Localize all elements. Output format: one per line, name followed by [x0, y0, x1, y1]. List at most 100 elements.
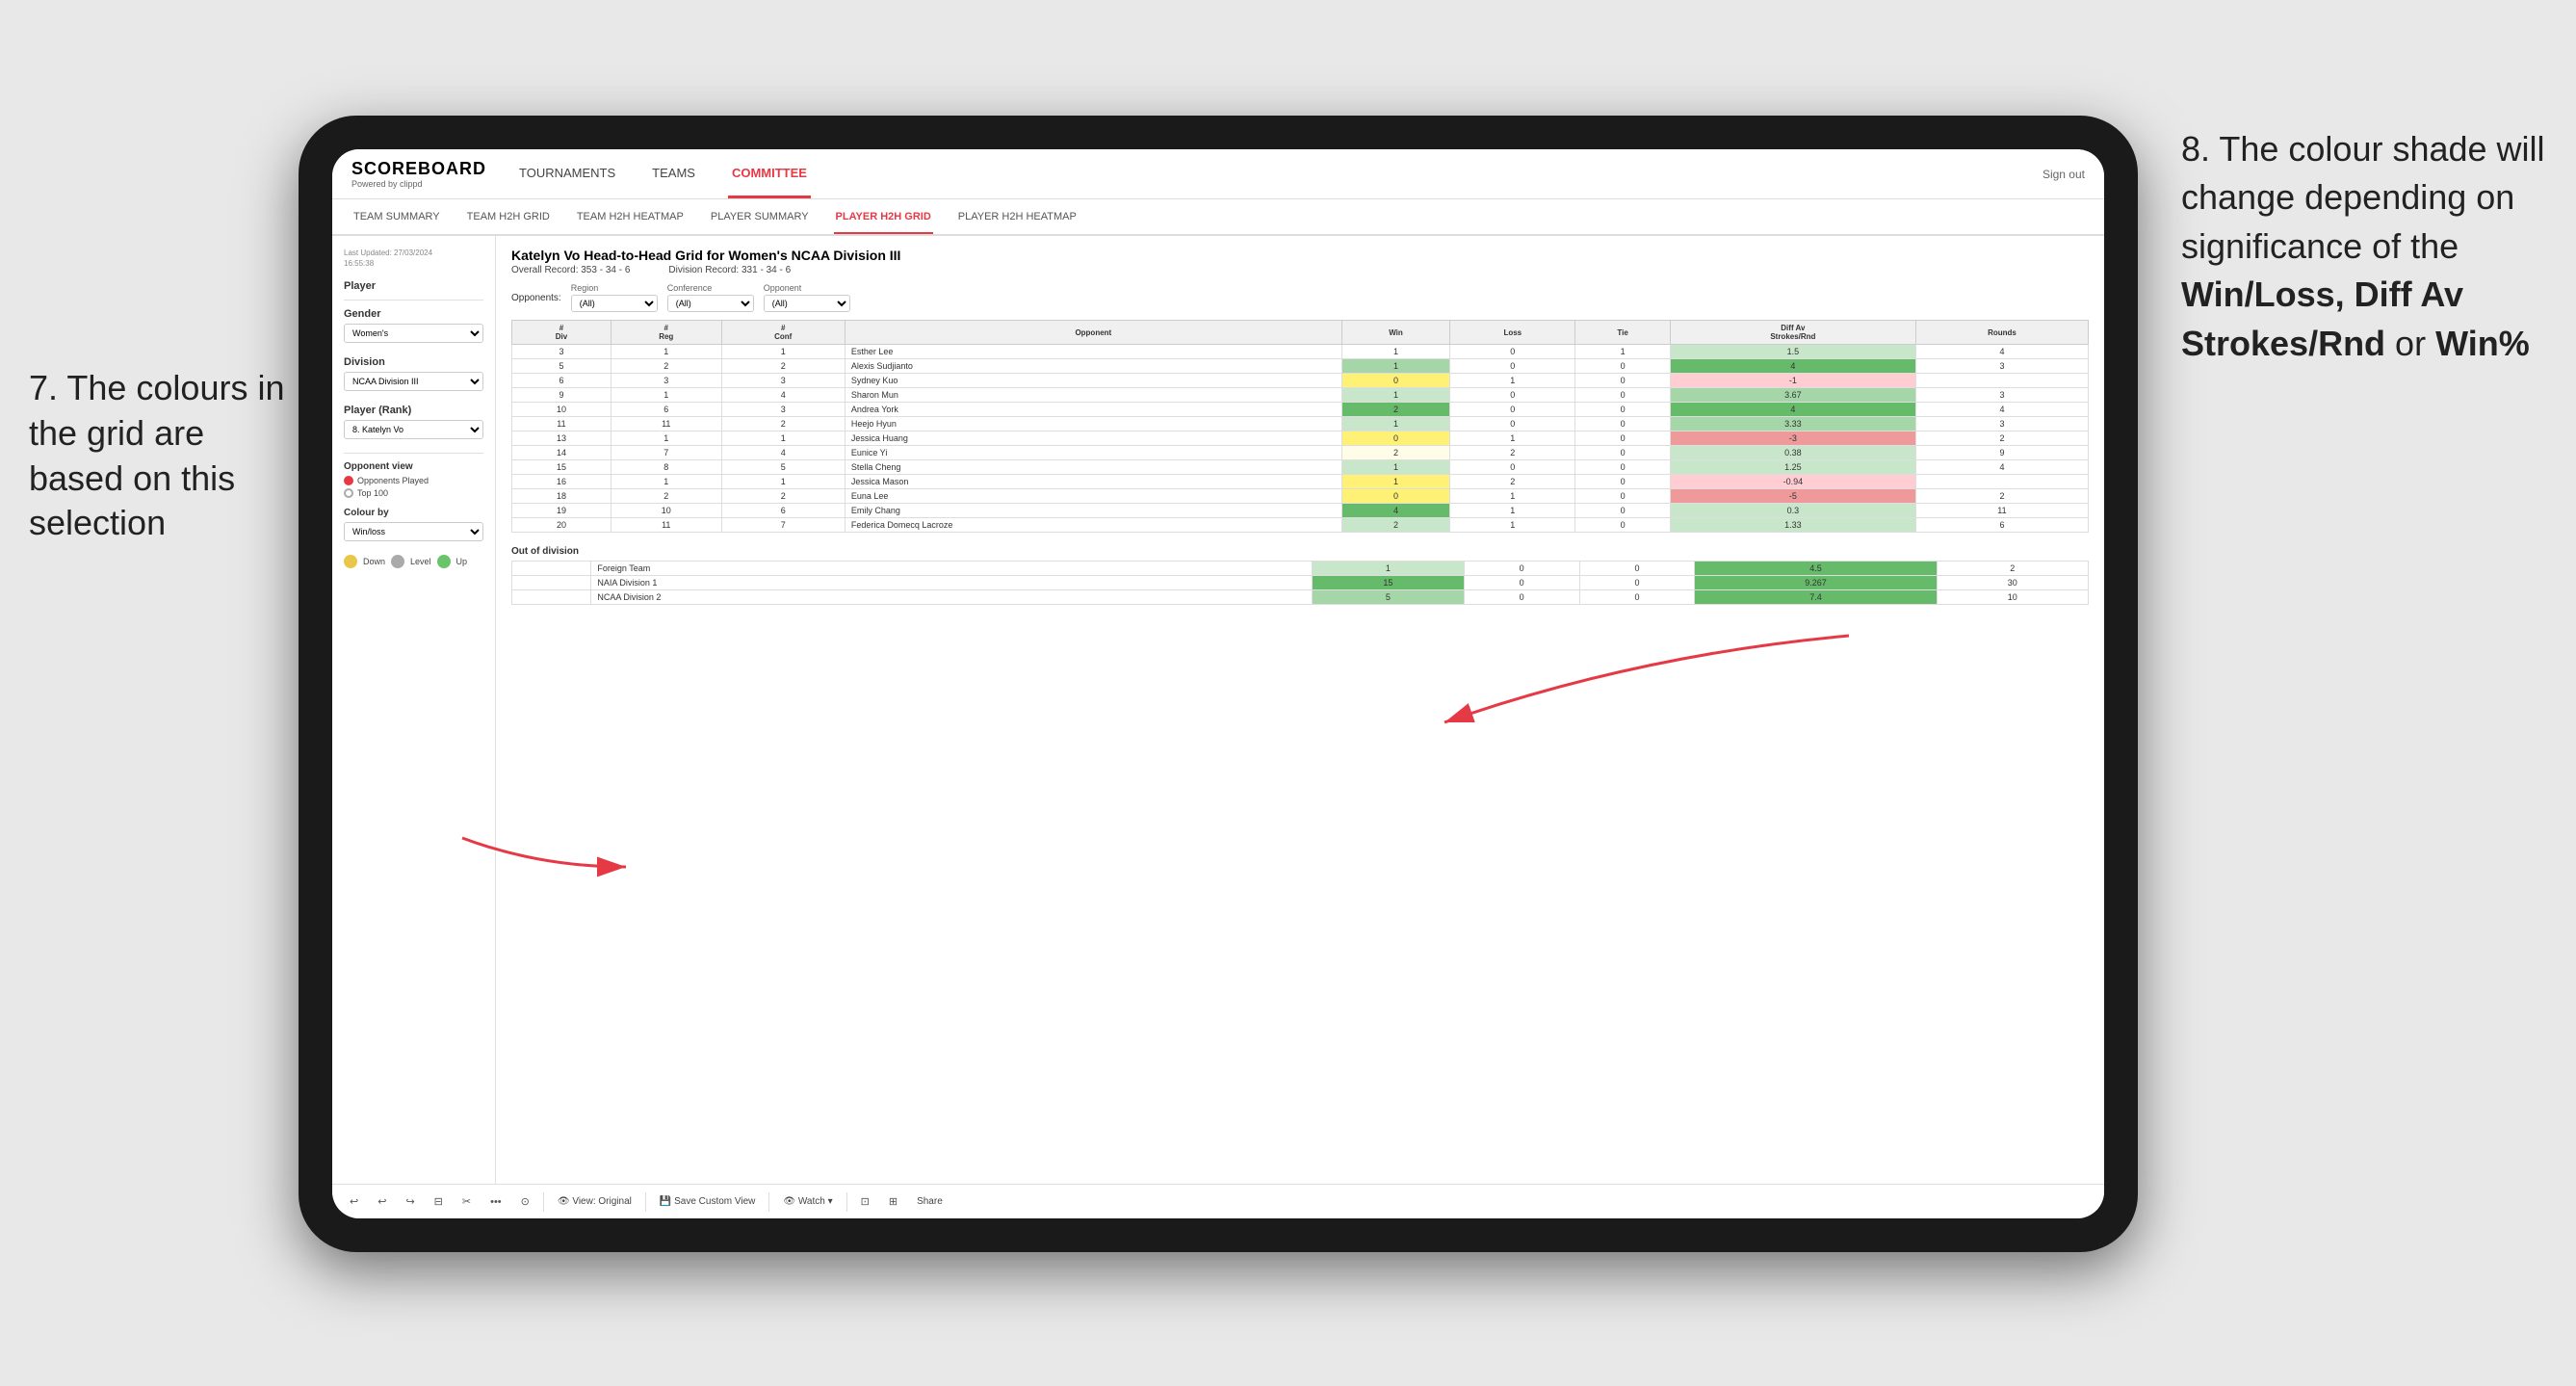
- cell-win: 1: [1341, 388, 1449, 403]
- cell-ood-tie: 0: [1579, 590, 1695, 605]
- cell-reg: 1: [611, 345, 721, 359]
- cell-tie: 0: [1575, 403, 1670, 417]
- grid-subtitle: Overall Record: 353 - 34 - 6 Division Re…: [511, 265, 2089, 275]
- cell-reg: 8: [611, 460, 721, 475]
- filter-region-select[interactable]: (All): [571, 295, 658, 312]
- toolbar-circle[interactable]: ⊙: [515, 1192, 535, 1211]
- cell-ood-opponent: Foreign Team: [591, 562, 1313, 576]
- sidebar-gender-label: Gender: [344, 308, 483, 320]
- toolbar-save-custom[interactable]: 💾 Save Custom View: [654, 1193, 762, 1210]
- division-select[interactable]: NCAA Division III: [344, 372, 483, 391]
- radio-dot-selected: [344, 476, 353, 485]
- nav-teams[interactable]: TEAMS: [648, 150, 699, 198]
- cell-ood-tie: 0: [1579, 562, 1695, 576]
- filter-opponent-group: Opponent (All): [764, 283, 850, 312]
- cell-conf: 1: [721, 345, 845, 359]
- table-row: 9 1 4 Sharon Mun 1 0 0 3.67 3: [512, 388, 2089, 403]
- toolbar-undo[interactable]: ↩: [344, 1192, 364, 1211]
- cell-ood-rounds: 10: [1937, 590, 2088, 605]
- cell-div: 10: [512, 403, 611, 417]
- nav-committee[interactable]: COMMITTEE: [728, 150, 811, 198]
- toolbar-undo2[interactable]: ↩: [372, 1192, 392, 1211]
- cell-win: 1: [1341, 460, 1449, 475]
- cell-opponent: Eunice Yi: [845, 446, 1341, 460]
- annotation-right-or: or: [2385, 324, 2435, 363]
- cell-rounds: 4: [1915, 460, 2088, 475]
- legend-label-down: Down: [363, 557, 385, 566]
- cell-div: 9: [512, 388, 611, 403]
- cell-tie: 0: [1575, 518, 1670, 533]
- nav-tournaments[interactable]: TOURNAMENTS: [515, 150, 619, 198]
- cell-reg: 1: [611, 475, 721, 489]
- cell-rounds: 2: [1915, 489, 2088, 504]
- gender-select[interactable]: Women's: [344, 324, 483, 343]
- filter-opponent-select[interactable]: (All): [764, 295, 850, 312]
- cell-conf: 2: [721, 359, 845, 374]
- division-record-value: 331 - 34 - 6: [742, 265, 791, 275]
- toolbar-grid2[interactable]: ⊞: [883, 1192, 903, 1211]
- toolbar-grid1[interactable]: ⊡: [855, 1192, 875, 1211]
- cell-loss: 0: [1450, 417, 1575, 431]
- cell-conf: 7: [721, 518, 845, 533]
- nav-player-h2h-heatmap[interactable]: PLAYER H2H HEATMAP: [956, 201, 1079, 234]
- cell-div: 20: [512, 518, 611, 533]
- filter-region-label: Region: [571, 283, 599, 293]
- filter-conference-select[interactable]: (All): [667, 295, 754, 312]
- cell-loss: 2: [1450, 446, 1575, 460]
- nav-player-h2h-grid[interactable]: PLAYER H2H GRID: [834, 201, 933, 234]
- nav-player-summary[interactable]: PLAYER SUMMARY: [709, 201, 811, 234]
- division-record-label: Division Record:: [668, 265, 739, 275]
- cell-conf: 6: [721, 504, 845, 518]
- table-row: 3 1 1 Esther Lee 1 0 1 1.5 4: [512, 345, 2089, 359]
- toolbar-view-original[interactable]: 👁 View: Original: [552, 1193, 637, 1210]
- th-reg: #Reg: [611, 321, 721, 345]
- toolbar-cut[interactable]: ✂: [456, 1192, 477, 1211]
- toolbar-watch[interactable]: 👁 Watch ▾: [777, 1193, 838, 1210]
- nav-team-h2h-grid[interactable]: TEAM H2H GRID: [465, 201, 552, 234]
- radio-top100[interactable]: Top 100: [344, 488, 483, 498]
- th-rounds: Rounds: [1915, 321, 2088, 345]
- cell-div: 3: [512, 345, 611, 359]
- player-rank-select[interactable]: 8. Katelyn Vo: [344, 420, 483, 439]
- last-updated: Last Updated: 27/03/2024 16:55:38: [344, 248, 483, 269]
- cell-win: 0: [1341, 374, 1449, 388]
- top-nav: SCOREBOARD Powered by clippd TOURNAMENTS…: [332, 149, 2104, 199]
- cell-opponent: Andrea York: [845, 403, 1341, 417]
- toolbar-fit[interactable]: ⊟: [429, 1192, 449, 1211]
- tablet-screen: SCOREBOARD Powered by clippd TOURNAMENTS…: [332, 149, 2104, 1218]
- cell-rounds: [1915, 374, 2088, 388]
- toolbar-dot[interactable]: •••: [484, 1193, 507, 1211]
- nav-team-summary[interactable]: TEAM SUMMARY: [351, 201, 442, 234]
- cell-loss: 2: [1450, 475, 1575, 489]
- nav-sign-out[interactable]: Sign out: [2043, 168, 2085, 181]
- cell-ood-rounds: 30: [1937, 576, 2088, 590]
- cell-opponent: Heejo Hyun: [845, 417, 1341, 431]
- cell-diff: -3: [1670, 431, 1915, 446]
- cell-rounds: 6: [1915, 518, 2088, 533]
- nav-team-h2h-heatmap[interactable]: TEAM H2H HEATMAP: [575, 201, 686, 234]
- cell-win: 1: [1341, 345, 1449, 359]
- toolbar-share[interactable]: Share: [911, 1193, 949, 1210]
- toolbar-redo[interactable]: ↪: [400, 1192, 420, 1211]
- legend-dot-up: [437, 555, 451, 568]
- out-of-division-header: Out of division: [511, 546, 2089, 557]
- legend-label-up: Up: [456, 557, 468, 566]
- cell-diff: 0.3: [1670, 504, 1915, 518]
- cell-win: 1: [1341, 417, 1449, 431]
- radio-opponents-played[interactable]: Opponents Played: [344, 476, 483, 485]
- cell-ood-loss: 0: [1464, 562, 1579, 576]
- annotation-right: 8. The colour shade will change dependin…: [2181, 125, 2547, 368]
- cell-diff: 1.5: [1670, 345, 1915, 359]
- cell-diff: 4: [1670, 359, 1915, 374]
- cell-rounds: 3: [1915, 388, 2088, 403]
- colour-by-select[interactable]: Win/loss: [344, 522, 483, 541]
- cell-loss: 0: [1450, 359, 1575, 374]
- cell-tie: 0: [1575, 504, 1670, 518]
- cell-reg: 1: [611, 388, 721, 403]
- cell-ood-diff: 9.267: [1695, 576, 1937, 590]
- table-row: 18 2 2 Euna Lee 0 1 0 -5 2: [512, 489, 2089, 504]
- cell-conf: 3: [721, 374, 845, 388]
- filter-region-group: Region (All): [571, 283, 658, 312]
- cell-ood-loss: 0: [1464, 576, 1579, 590]
- table-row: 13 1 1 Jessica Huang 0 1 0 -3 2: [512, 431, 2089, 446]
